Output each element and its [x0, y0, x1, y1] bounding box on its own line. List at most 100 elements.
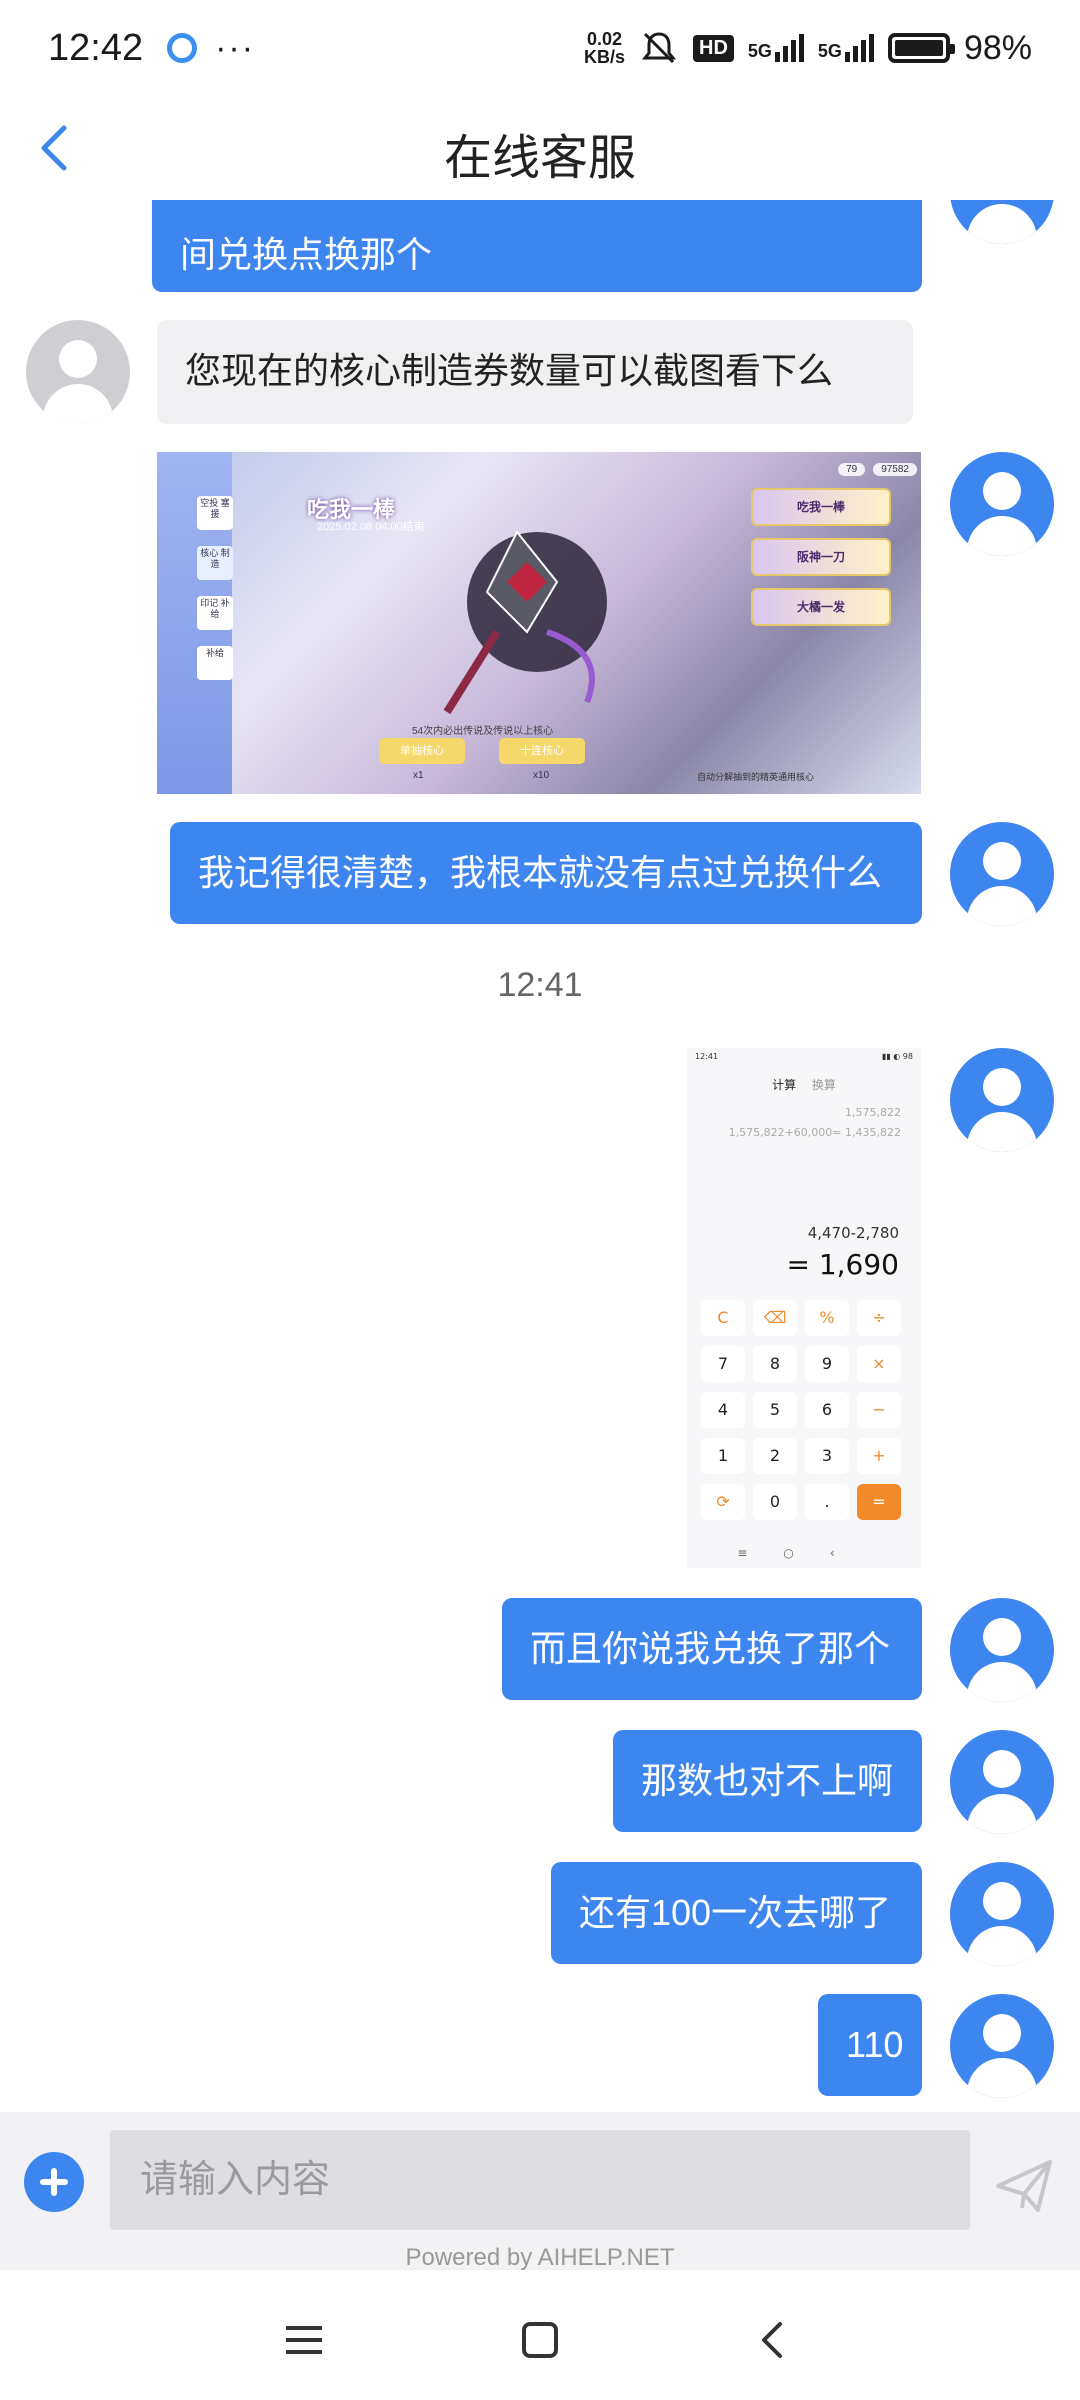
- game-balance-1: 79: [838, 462, 866, 476]
- calc-key: 8: [753, 1346, 797, 1382]
- message-bubble-user: 我记得很清楚，我根本就没有点过兑换什么: [170, 822, 922, 924]
- mute-icon: [641, 32, 677, 64]
- user-avatar: [950, 1994, 1054, 2098]
- weapon-illustration-icon: [443, 530, 607, 715]
- game-screenshot-image[interactable]: 空投 塞援 核心 制造 印记 补给 补给 79 97582 吃我一棒 2025.…: [157, 452, 921, 794]
- user-avatar: [950, 200, 1054, 244]
- send-icon[interactable]: [994, 2156, 1054, 2216]
- message-bubble-user: 110: [818, 1994, 922, 2096]
- back-icon[interactable]: [744, 2312, 800, 2368]
- game-side-banner: 大橘一发: [751, 588, 891, 626]
- calc-key: +: [857, 1438, 901, 1474]
- calc-key: C: [701, 1300, 745, 1336]
- game-balance-2: 97582: [873, 462, 917, 476]
- calc-key: 4: [701, 1392, 745, 1428]
- calc-status-icons: ▮▮ ◐ 98: [881, 1052, 913, 1061]
- game-tab: 空投 塞援: [197, 496, 233, 530]
- message-text: 那数也对不上啊: [641, 1760, 894, 1801]
- calc-key: ⌫: [753, 1300, 797, 1336]
- game-tab: 印记 补给: [197, 596, 233, 630]
- calc-history: 1,575,822+60,000= 1,435,822: [728, 1126, 901, 1139]
- calc-key: 7: [701, 1346, 745, 1382]
- message-text: 间兑换点换那个: [180, 234, 433, 275]
- game-topbar: 79 97582: [237, 458, 917, 480]
- calc-tabs: 计算 换算: [687, 1076, 921, 1093]
- message-text: 您现在的核心制造券数量可以截图看下么: [185, 350, 834, 391]
- message-text: 还有100一次去哪了: [579, 1892, 892, 1933]
- user-avatar: [950, 822, 1054, 926]
- user-avatar: [950, 1730, 1054, 1834]
- user-avatar: [950, 1048, 1054, 1152]
- calc-expression: 4,470-2,780: [807, 1224, 899, 1242]
- status-time: 12:42: [48, 26, 144, 69]
- qq-notification-icon: [167, 33, 198, 63]
- message-text: 我记得很清楚，我根本就没有点过兑换什么: [198, 852, 883, 893]
- net-speed-unit: KB/s: [584, 47, 626, 67]
- game-pull-cost: x10: [533, 770, 550, 781]
- calc-navbar: ≡○‹: [737, 1546, 871, 1560]
- calc-key: ⟳: [701, 1484, 745, 1520]
- hd-badge: HD: [693, 34, 734, 62]
- chat-area[interactable]: 间兑换点换那个 您现在的核心制造券数量可以截图看下么 空投 塞援 核心 制造 印…: [0, 200, 1080, 2112]
- calc-history: 1,575,822: [845, 1106, 901, 1119]
- page-title: 在线客服: [443, 132, 636, 185]
- calc-tab: 换算: [811, 1078, 836, 1092]
- calc-keypad: C ⌫ % ÷ 7 8 9 × 4 5 6 − 1 2 3 + ⟳ 0 . =: [701, 1300, 911, 1520]
- user-avatar: [950, 1598, 1054, 1702]
- game-side-banner: 吃我一棒: [751, 488, 891, 526]
- home-icon[interactable]: [512, 2312, 568, 2368]
- calc-key: −: [857, 1392, 901, 1428]
- calc-key: 5: [753, 1392, 797, 1428]
- game-tab: 核心 制造: [197, 546, 233, 580]
- menu-icon[interactable]: [276, 2312, 332, 2368]
- calc-key: 0: [753, 1484, 797, 1520]
- powered-by-label: Powered by AIHELP.NET: [405, 2244, 675, 2271]
- calculator-screenshot-image[interactable]: 12:41 ▮▮ ◐ 98 计算 换算 1,575,822 1,575,822+…: [687, 1048, 921, 1568]
- net-speed-value: 0.02: [586, 29, 623, 49]
- game-side-tabs: 空投 塞援 核心 制造 印记 补给 补给: [157, 452, 233, 794]
- add-attachment-icon[interactable]: [24, 2152, 84, 2212]
- user-avatar: [950, 1862, 1054, 1966]
- signal-1-icon: 5G: [748, 34, 804, 62]
- message-bubble-user: 那数也对不上啊: [613, 1730, 922, 1832]
- status-right: 0.02 KB/s HD 5G 5G 98%: [584, 28, 1032, 68]
- game-pull-cost: x1: [413, 770, 424, 781]
- battery-percent: 98%: [963, 28, 1032, 67]
- game-note: 54次内必出传说及传说以上核心: [412, 726, 554, 737]
- battery-icon: [887, 33, 955, 63]
- calc-key: ÷: [857, 1300, 901, 1336]
- calc-key: 1: [701, 1438, 745, 1474]
- calc-result: = 1,690: [786, 1248, 899, 1281]
- game-tab: 补给: [197, 646, 233, 680]
- calc-key: =: [857, 1484, 901, 1520]
- header: 在线客服: [0, 96, 1080, 200]
- calc-key: 6: [805, 1392, 849, 1428]
- message-input[interactable]: [110, 2130, 970, 2230]
- status-bar: 12:42 ··· 0.02 KB/s HD 5G 5G 98%: [0, 0, 1080, 96]
- network-label-2: 5G: [817, 41, 842, 61]
- message-timestamp: 12:41: [497, 966, 583, 1004]
- calc-key: 3: [805, 1438, 849, 1474]
- calc-key: 2: [753, 1438, 797, 1474]
- calc-key: %: [805, 1300, 849, 1336]
- calc-key: 9: [805, 1346, 849, 1382]
- game-auto-text: 自动分解抽到的精英通用核心: [697, 772, 815, 782]
- message-bubble-agent: 您现在的核心制造券数量可以截图看下么: [157, 320, 913, 424]
- message-text: 而且你说我兑换了那个: [530, 1628, 891, 1669]
- user-avatar: [950, 452, 1054, 556]
- calc-key: ×: [857, 1346, 901, 1382]
- agent-avatar: [26, 320, 130, 424]
- game-side-banner: 阪神一刀: [751, 538, 891, 576]
- net-speed: 0.02 KB/s: [584, 30, 625, 66]
- game-pull-button: 单抽核心: [379, 738, 465, 764]
- signal-2-icon: 5G: [818, 34, 874, 62]
- message-bubble-user: 还有100一次去哪了: [551, 1862, 922, 1964]
- network-label-1: 5G: [747, 41, 772, 61]
- more-notifications-icon: ···: [215, 28, 256, 67]
- game-pull-button: 十连核心: [499, 738, 585, 764]
- calc-status-time: 12:41: [695, 1052, 719, 1061]
- message-bubble-user: 间兑换点换那个: [152, 200, 922, 292]
- calc-tab: 计算: [772, 1078, 797, 1092]
- message-bubble-user: 而且你说我兑换了那个: [502, 1598, 922, 1700]
- message-text: 110: [846, 2024, 904, 2065]
